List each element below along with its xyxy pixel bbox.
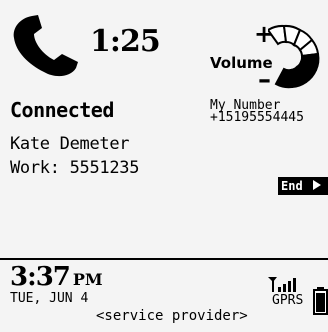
service-provider: <service provider> xyxy=(96,308,248,324)
contact-number: Work: 5551235 xyxy=(10,158,140,178)
phone-handset-icon xyxy=(13,15,79,77)
end-call-button[interactable]: End xyxy=(278,177,328,195)
date: TUE, JUN 4 xyxy=(10,291,89,306)
my-number-value: +15195554445 xyxy=(210,110,304,125)
clock-time: 3:37 xyxy=(10,262,71,292)
battery-icon xyxy=(313,287,328,315)
volume-dial-icon xyxy=(268,24,320,89)
clock-ampm: PM xyxy=(72,270,103,289)
status-bar-divider xyxy=(0,258,328,260)
phone-call-screen: 1:25 + Volume – Connected Kate Demeter W… xyxy=(0,0,328,332)
clock: 3:37 PM xyxy=(10,262,103,292)
contact-name: Kate Demeter xyxy=(10,134,130,154)
call-status: Connected xyxy=(10,98,114,122)
end-call-label: End xyxy=(281,179,303,193)
signal-strength-icon xyxy=(268,277,296,292)
volume-control[interactable]: + Volume – xyxy=(204,12,328,102)
call-duration: 1:25 xyxy=(90,24,161,59)
triangle-right-icon xyxy=(312,180,321,190)
network-type: GPRS xyxy=(272,293,304,308)
